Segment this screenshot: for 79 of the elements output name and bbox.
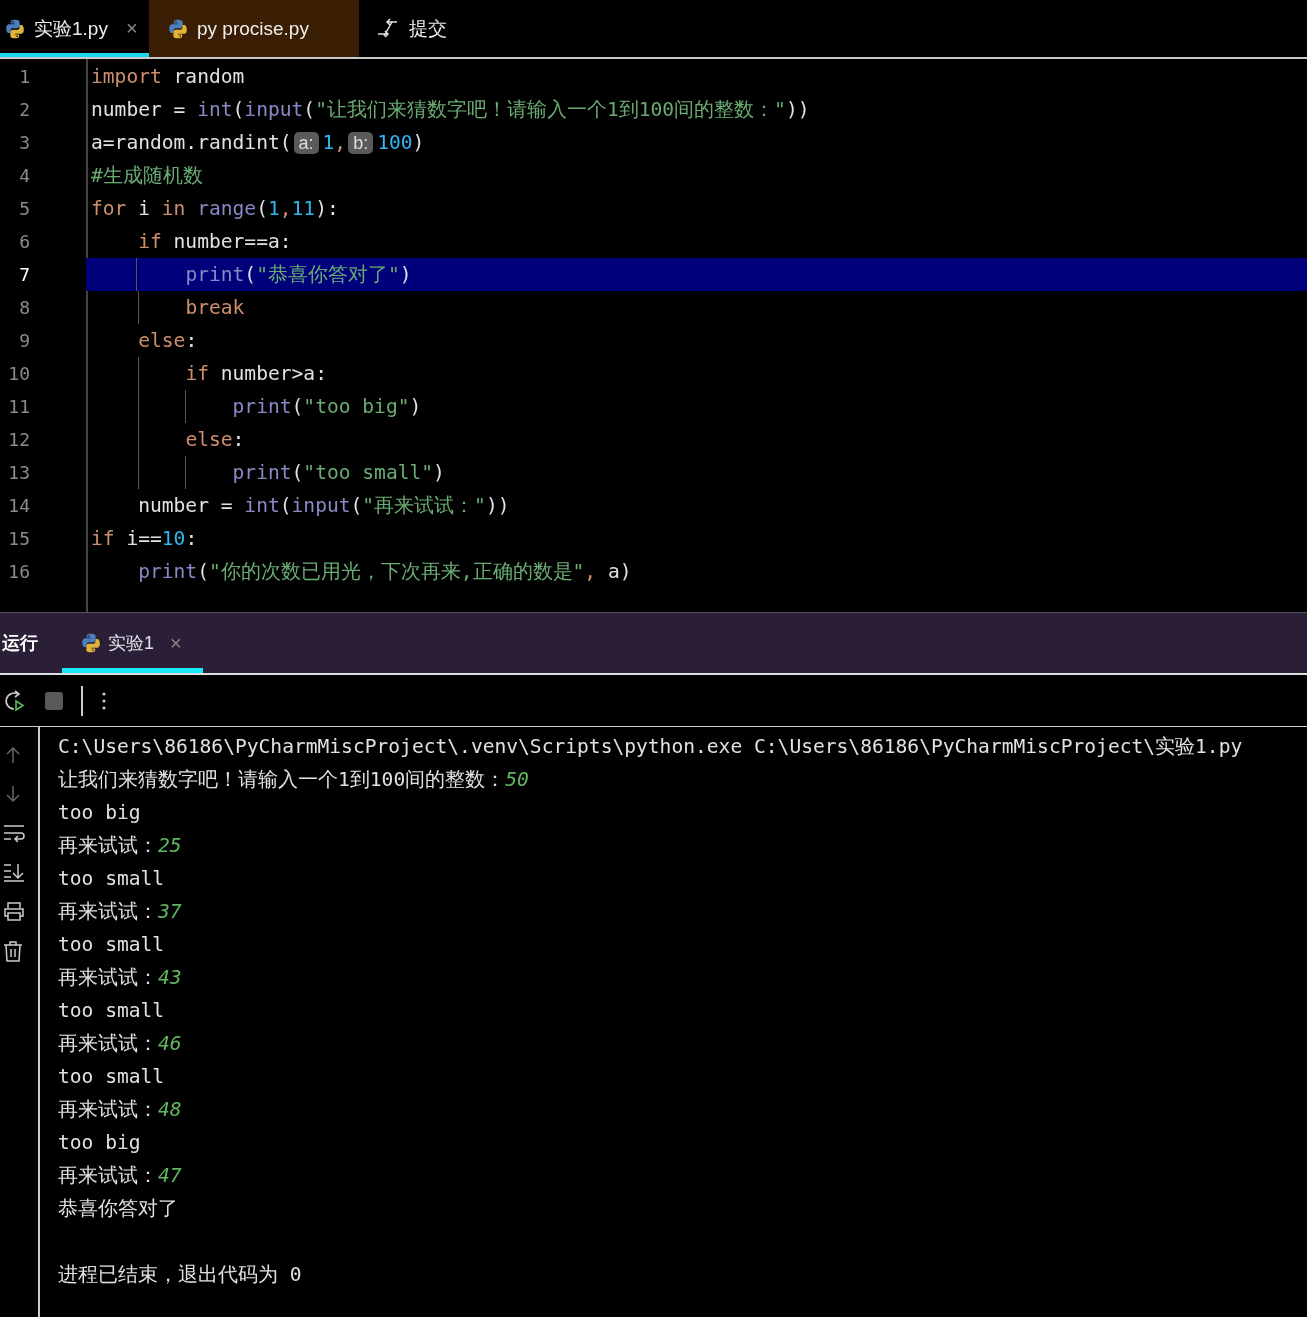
arrows-icon <box>377 17 399 40</box>
line-number: 6 <box>18 230 30 254</box>
more-icon[interactable] <box>101 690 107 711</box>
close-button[interactable]: × <box>125 17 138 40</box>
python-icon <box>80 632 102 654</box>
line-number: 3 <box>18 131 30 155</box>
code-line: #生成随机数 <box>90 163 204 189</box>
line-number: 4 <box>18 164 30 188</box>
rerun-icon[interactable] <box>3 688 27 713</box>
tab-label: 实验1.py <box>34 16 108 41</box>
line-number: 10 <box>7 362 30 386</box>
line-number: 7 <box>18 263 30 287</box>
code-line: print("too small") <box>88 456 1307 489</box>
console-text: too big <box>58 1131 141 1154</box>
input-value-text: 47 <box>158 1164 182 1187</box>
code-line: if number==a: <box>137 229 293 255</box>
stop-icon[interactable] <box>45 691 63 710</box>
code-line: print("你的次数已用光，下次再来,正确的数是", a) <box>137 559 633 585</box>
code-line: print("too big") <box>88 390 1307 423</box>
line-number: 12 <box>7 428 30 452</box>
console-text: 再来试试： <box>58 1164 158 1187</box>
parameter-hint: b: <box>348 132 374 154</box>
console-text: too small <box>58 933 165 956</box>
console-text: too small <box>58 867 165 890</box>
down-arrow-icon[interactable] <box>3 784 23 804</box>
commit-button[interactable]: 提交 <box>359 0 447 57</box>
panel-title: 运行 <box>2 632 38 655</box>
print-icon[interactable] <box>3 901 25 921</box>
python-icon <box>167 17 189 40</box>
console-text: 再来试试： <box>58 966 158 989</box>
parameter-hint: a: <box>293 132 319 154</box>
tab-label: 实验1 <box>108 632 154 655</box>
line-number: 11 <box>7 395 30 419</box>
code-line: number = int(input("再来试试：")) <box>137 493 511 519</box>
code-line: a=random.randint( a: 1, b: 100) <box>90 130 426 156</box>
trash-icon[interactable] <box>3 940 23 962</box>
console-text: 再来试试： <box>58 834 158 857</box>
console-text: 进程已结束，退出代码为 0 <box>58 1263 302 1286</box>
input-value-text: 48 <box>158 1098 182 1121</box>
code-line: else: <box>137 328 199 354</box>
input-value-text: 37 <box>158 900 182 923</box>
code-line: break <box>88 291 1307 324</box>
console-text: C:\Users\86186\PyCharmMiscProject\.venv\Scripts\python.exe C:\Users\86186\PyCharmMiscProject\实验1.py <box>58 735 1243 758</box>
scroll-to-end-icon[interactable] <box>3 862 25 882</box>
line-number: 2 <box>18 98 30 122</box>
code-line: import random <box>90 64 246 90</box>
line-number: 5 <box>18 197 30 221</box>
code-line: number = int(input("让我们来猜数字吧！请输入一个1到100间的整数：")) <box>90 97 811 123</box>
line-number: 14 <box>7 494 30 518</box>
line-number: 1 <box>18 65 30 89</box>
console-text: 再来试试： <box>58 900 158 923</box>
line-number: 9 <box>18 329 30 353</box>
soft-wrap-icon[interactable] <box>3 823 25 843</box>
tab-label: py procise.py <box>197 17 309 40</box>
code-line: else: <box>88 423 1307 456</box>
code-line: if number>a: <box>88 357 1307 390</box>
input-value-text: 50 <box>505 768 529 791</box>
python-icon <box>4 17 26 40</box>
console-text: too small <box>58 1065 165 1088</box>
tab-label: 提交 <box>409 16 447 41</box>
input-value-text: 25 <box>158 834 182 857</box>
editor-tab[interactable]: py procise.py <box>149 0 359 57</box>
line-number: 8 <box>18 296 30 320</box>
console-text: too big <box>58 801 141 824</box>
line-number: 16 <box>7 560 30 584</box>
console-text: 恭喜你答对了 <box>58 1197 178 1220</box>
code-line: for i in range(1,11): <box>90 196 340 222</box>
code-line: if i==10: <box>90 526 199 552</box>
console-text: too small <box>58 999 165 1022</box>
input-value-text: 43 <box>158 966 182 989</box>
input-value-text: 46 <box>158 1032 182 1055</box>
console-text: 让我们来猜数字吧！请输入一个1到100间的整数： <box>58 768 506 791</box>
console-text: 再来试试： <box>58 1098 158 1121</box>
line-number: 13 <box>7 461 30 485</box>
editor-tab[interactable]: 实验1.py × <box>0 0 149 57</box>
run-tab[interactable]: 实验1 × <box>62 613 203 673</box>
console-text: 再来试试： <box>58 1032 158 1055</box>
close-button[interactable]: × <box>170 631 182 655</box>
line-number: 15 <box>7 527 30 551</box>
